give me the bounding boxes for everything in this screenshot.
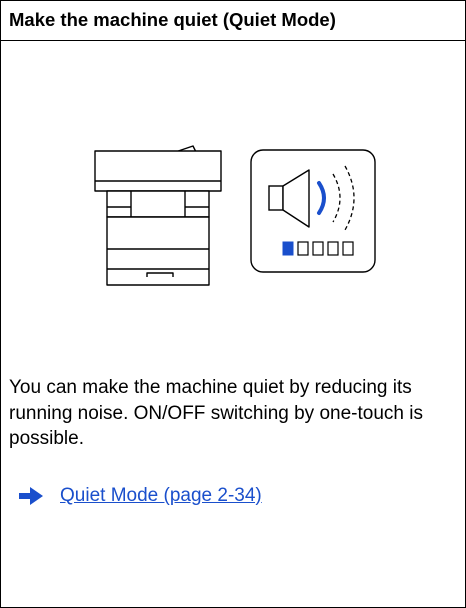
info-panel: Make the machine quiet (Quiet Mode) You … (0, 0, 466, 608)
arrow-right-icon (19, 487, 43, 505)
quiet-mode-illustration (94, 145, 376, 286)
panel-header: Make the machine quiet (Quiet Mode) (1, 1, 465, 41)
panel-title: Make the machine quiet (Quiet Mode) (9, 9, 336, 30)
printer-icon (94, 145, 222, 286)
volume-level-indicator (282, 241, 354, 256)
quiet-mode-page-link[interactable]: Quiet Mode (page 2-34) (60, 485, 262, 507)
description-text: You can make the machine quiet by reduci… (9, 377, 423, 449)
reference-link-row: Quiet Mode (page 2-34) (19, 483, 262, 509)
